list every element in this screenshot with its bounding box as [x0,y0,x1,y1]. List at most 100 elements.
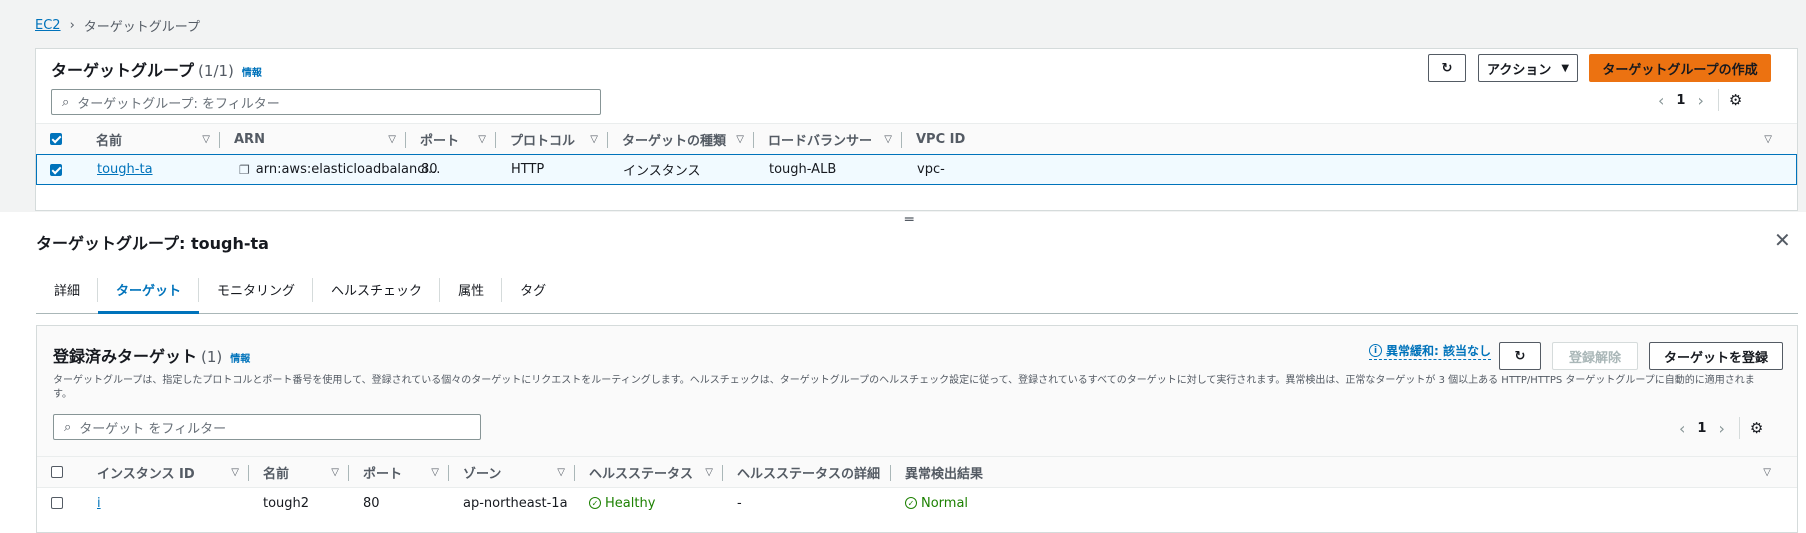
target-group-filter-input[interactable]: ⌕ ターゲットグループ: をフィルター [51,89,601,115]
gear-icon[interactable]: ⚙ [1750,419,1763,437]
create-target-group-button[interactable]: ターゲットグループの作成 [1589,54,1771,82]
refresh-icon: ↻ [1441,60,1453,76]
gear-icon[interactable]: ⚙ [1729,91,1742,109]
register-label: ターゲットを登録 [1663,350,1768,366]
info-link[interactable]: 情報 [242,68,262,79]
row-checkbox[interactable] [50,163,62,176]
anomaly-mitigation-link[interactable]: i 異常緩和: 該当なし [1369,342,1491,360]
sort-icon: ▽ [431,466,439,478]
tab-monitoring[interactable]: モニタリング [199,274,314,312]
detail-title: ターゲットグループ: tough-ta [36,234,269,253]
sort-icon: ▽ [1764,133,1772,145]
protocol-value: HTTP [511,162,545,177]
select-all-cell [50,124,80,154]
col-load-balancer[interactable]: ロードバランサー ▽ [754,124,902,154]
deregister-label: 登録解除 [1568,350,1621,366]
pagination: ‹ 1 › ⚙ [1679,417,1763,439]
check-circle-icon: ✓ [905,497,917,509]
col-target-type[interactable]: ターゲットの種類 ▽ [608,124,754,154]
table-row[interactable]: tough-ta ❐ arn:aws:elasticloadbalanci...… [36,154,1797,185]
resize-handle[interactable]: ═ [905,212,914,228]
panel-title: ターゲットグループ (1/1) 情報 [51,57,262,81]
instance-id-link[interactable]: i [97,496,215,511]
tab-label: モニタリング [217,284,296,299]
row-select-cell [51,488,81,518]
page-number[interactable]: 1 [1676,93,1685,108]
row-checkbox[interactable] [51,497,63,509]
cell-load-balancer: tough-ALB [755,155,903,184]
targets-title: 登録済みターゲット (1) 情報 [53,343,250,367]
tab-health-checks[interactable]: ヘルスチェック [313,274,441,312]
zone-value: ap-northeast-1a [463,495,568,511]
targets-count: (1) [201,348,223,366]
breadcrumb-current: ターゲットグループ [83,20,200,35]
row-select-cell [50,155,80,184]
col-arn[interactable]: ARN ▽ [220,124,406,154]
anomaly-label: 異常緩和: 該当なし [1386,344,1491,358]
cell-name: tough-ta [85,155,221,184]
refresh-icon: ↻ [1514,348,1526,364]
anomaly-status: ✓ Normal [905,496,968,511]
tab-targets[interactable]: ターゲット [98,274,200,314]
table-row[interactable]: i tough2 80 ap-northeast-1a ✓ Healthy - … [37,488,1797,518]
col-health-detail-label: ヘルスステータスの詳細 [737,466,881,482]
sort-icon: ▽ [388,133,396,145]
chevron-right-icon[interactable]: › [1697,91,1703,110]
col-port-label: ポート [363,466,403,482]
tab-tags[interactable]: タグ [502,274,564,312]
chevron-right-icon[interactable]: › [1718,419,1724,438]
cell-health-status: ✓ Healthy [575,488,723,518]
port-value: 80 [363,495,380,511]
targets-description: ターゲットグループは、指定したプロトコルとポート番号を使用して、登録されている個… [53,375,1755,400]
info-link[interactable]: 情報 [230,354,250,365]
col-target-type-label: ターゲットの種類 [622,133,727,149]
col-vpc-id[interactable]: VPC ID ▽ [902,124,1772,154]
chevron-left-icon[interactable]: ‹ [1679,419,1685,438]
create-label: ターゲットグループの作成 [1602,62,1758,78]
table-header: 名前 ▽ ARN ▽ ポート ▽ プロトコル ▽ ターゲットの種類 ▽ ロードバ… [36,123,1797,155]
page-number[interactable]: 1 [1697,421,1706,436]
col-health-detail[interactable]: ヘルスステータスの詳細 [723,457,891,487]
target-group-name-link[interactable]: tough-ta [97,162,153,177]
col-protocol[interactable]: プロトコル ▽ [496,124,608,154]
panel-title-text: ターゲットグループ [51,61,195,80]
refresh-button[interactable]: ↻ [1428,54,1466,82]
panel-count: (1/1) [198,62,234,80]
cell-protocol: HTTP [497,155,609,184]
deregister-button[interactable]: 登録解除 [1552,342,1638,370]
breadcrumb-ec2-link[interactable]: EC2 [35,18,61,33]
anomaly-value: Normal [921,495,969,511]
col-name-label: 名前 [96,133,123,149]
close-icon[interactable]: ✕ [1774,228,1791,252]
select-all-checkbox[interactable] [50,133,62,145]
select-all-checkbox[interactable] [51,466,63,478]
col-instance-id[interactable]: インスタンス ID ▽ [85,457,249,487]
chevron-left-icon[interactable]: ‹ [1658,91,1664,110]
col-health-status[interactable]: ヘルスステータス ▽ [575,457,723,487]
health-detail-value: - [737,495,742,511]
tab-details[interactable]: 詳細 [36,274,99,312]
col-anomaly[interactable]: 異常検出結果 ▽ [891,457,1771,487]
refresh-button[interactable]: ↻ [1499,342,1541,370]
sort-icon: ▽ [478,133,486,145]
targets-title-text: 登録済みターゲット [53,347,198,366]
copy-icon[interactable]: ❐ [239,163,250,177]
col-port[interactable]: ポート ▽ [406,124,496,154]
sort-icon: ▽ [884,133,892,145]
tab-attributes[interactable]: 属性 [440,274,503,312]
col-zone[interactable]: ゾーン ▽ [449,457,575,487]
register-targets-button[interactable]: ターゲットを登録 [1649,342,1783,370]
col-name[interactable]: 名前 ▽ [249,457,349,487]
tab-label: ヘルスチェック [331,284,423,299]
col-vpc-id-label: VPC ID [916,131,966,147]
actions-button[interactable]: アクション ▼ [1478,54,1578,82]
col-arn-label: ARN [234,131,265,147]
select-all-cell [51,457,81,487]
health-value: Healthy [605,495,656,511]
sort-icon: ▽ [590,133,598,145]
cell-arn: ❐ arn:aws:elasticloadbalanci... [221,155,440,184]
targets-filter-input[interactable]: ⌕ ターゲット をフィルター [53,414,481,440]
tab-label: ターゲット [116,284,182,299]
col-port[interactable]: ポート ▽ [349,457,449,487]
col-name[interactable]: 名前 ▽ [84,124,220,154]
